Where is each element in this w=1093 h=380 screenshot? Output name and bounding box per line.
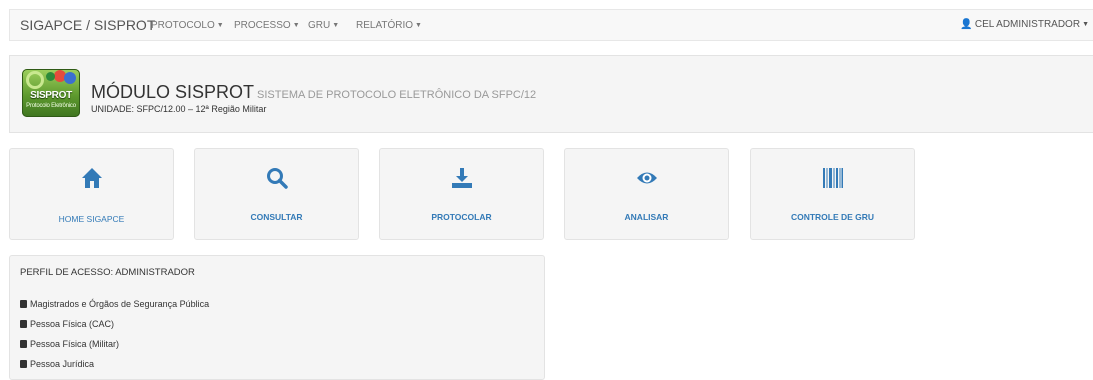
profile-item-label: Pessoa Física (Militar) [30, 339, 120, 349]
book-icon [20, 360, 27, 368]
access-profile-panel: PERFIL DE ACESSO: ADMINISTRADOR Magistra… [9, 255, 545, 380]
tile-home-sigapce[interactable]: HOME SIGAPCE [9, 148, 174, 240]
home-icon [81, 168, 102, 188]
menu-gru-label: GRU [308, 20, 331, 31]
caret-down-icon: ▼ [216, 22, 224, 29]
profile-item-label: Pessoa Jurídica [30, 359, 95, 369]
profile-item[interactable]: Magistrados e Órgãos de Segurança Públic… [20, 299, 209, 309]
eye-icon [636, 172, 657, 184]
menu-protocolo-label: PROTOCOLO [151, 20, 215, 31]
tile-home-label: HOME SIGAPCE [58, 214, 125, 224]
menu-gru[interactable]: GRU ▼ [308, 20, 339, 31]
menu-processo[interactable]: PROCESSO ▼ [234, 20, 300, 31]
caret-down-icon: ▼ [292, 22, 300, 29]
menu-protocolo[interactable]: PROTOCOLO ▼ [151, 20, 224, 31]
download-icon [451, 168, 472, 188]
caret-down-icon: ▼ [415, 22, 422, 29]
app-brand[interactable]: SIGAPCE / SISPROT [20, 17, 155, 33]
tile-consultar[interactable]: CONSULTAR [194, 148, 359, 240]
unit-label: UNIDADE: SFPC/12.00 – 12ª Região Militar [91, 104, 267, 114]
tile-protocolar[interactable]: PROTOCOLAR [379, 148, 544, 240]
tile-controle-gru[interactable]: CONTROLE DE GRU [750, 148, 915, 240]
tile-consultar-label: CONSULTAR [250, 212, 303, 222]
tile-analisar-label: ANALISAR [624, 212, 669, 222]
barcode-icon [822, 168, 843, 188]
profile-title: PERFIL DE ACESSO: ADMINISTRADOR [20, 267, 195, 278]
caret-down-icon: ▼ [332, 22, 340, 29]
profile-item[interactable]: Pessoa Jurídica [20, 359, 94, 369]
module-header: SISPROT Protocolo Eletrônico MÓDULO SISP… [9, 55, 1093, 133]
search-icon [266, 168, 288, 189]
caret-down-icon: ▼ [1082, 21, 1089, 28]
menu-relatorio[interactable]: RELATÓRIO ▼ [356, 20, 422, 31]
sisprot-logo: SISPROT Protocolo Eletrônico [22, 69, 80, 117]
logo-title: SISPROT [30, 90, 72, 101]
user-menu-label: CEL ADMINISTRADOR [974, 19, 1081, 30]
module-name: MÓDULO SISPROT [91, 82, 255, 102]
profile-item[interactable]: Pessoa Física (CAC) [20, 319, 114, 329]
tile-analisar[interactable]: ANALISAR [564, 148, 729, 240]
menu-processo-label: PROCESSO [234, 20, 291, 31]
user-menu[interactable]: 👤 CEL ADMINISTRADOR ▼ [960, 19, 1089, 30]
module-title: MÓDULO SISPROT SISTEMA DE PROTOCOLO ELETR… [91, 82, 536, 103]
book-icon [20, 300, 27, 308]
user-icon: 👤 [960, 19, 973, 30]
module-subtitle: SISTEMA DE PROTOCOLO ELETRÔNICO DA SFPC/… [257, 89, 537, 101]
profile-item-label: Pessoa Física (CAC) [30, 319, 115, 329]
book-icon [20, 320, 27, 328]
top-navbar: SIGAPCE / SISPROT PROTOCOLO ▼ PROCESSO ▼ G… [9, 9, 1093, 41]
tile-protocolar-label: PROTOCOLAR [431, 212, 492, 222]
profile-item[interactable]: Pessoa Física (Militar) [20, 339, 119, 349]
tile-controle-gru-label: CONTROLE DE GRU [790, 212, 875, 222]
book-icon [20, 340, 27, 348]
menu-relatorio-label: RELATÓRIO [356, 20, 414, 31]
profile-item-label: Magistrados e Órgãos de Segurança Públic… [30, 299, 210, 309]
logo-subtitle: Protocolo Eletrônico [26, 103, 76, 109]
